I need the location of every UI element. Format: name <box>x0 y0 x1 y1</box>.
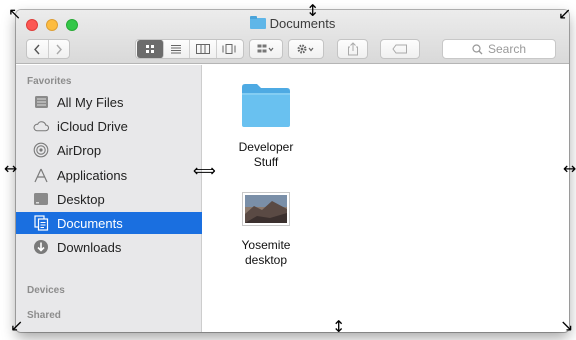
list-view-icon <box>171 45 182 54</box>
sidebar-item-label: Downloads <box>57 239 122 255</box>
resize-w-handle[interactable]: ↔ <box>4 161 17 177</box>
sidebar-item-label: All My Files <box>57 94 124 110</box>
sidebar-resize-handle[interactable]: ⟺ <box>193 163 216 179</box>
sidebar-item-label: Desktop <box>57 191 105 207</box>
all-files-icon <box>33 94 49 110</box>
downloads-icon <box>33 239 49 255</box>
sidebar-item-airdrop[interactable]: AirDrop <box>16 139 202 161</box>
search-field[interactable]: Search <box>442 39 556 59</box>
action-button[interactable] <box>288 39 324 59</box>
chevron-left-icon <box>34 44 40 54</box>
sidebar-item-label: Applications <box>57 167 128 183</box>
file-item-yosemite-desktop[interactable]: Yosemite desktop <box>226 189 306 268</box>
column-view-button[interactable] <box>190 40 217 58</box>
image-thumbnail-icon <box>242 192 290 226</box>
file-name-line: Stuff <box>253 155 279 169</box>
sidebar-item-downloads[interactable]: Downloads <box>16 236 202 258</box>
documents-icon <box>33 215 49 231</box>
resize-sw-handle[interactable]: ↙ <box>10 318 23 334</box>
navigation-buttons <box>26 39 70 59</box>
share-icon <box>347 42 358 56</box>
finder-window: Documents Search Favorites All My Files … <box>16 10 569 332</box>
cloud-icon <box>33 118 49 134</box>
search-placeholder: Search <box>487 42 527 56</box>
sidebar-item-icloud-drive[interactable]: iCloud Drive <box>16 115 202 137</box>
cover-flow-view-button[interactable] <box>217 40 243 58</box>
sidebar-item-all-my-files[interactable]: All My Files <box>16 91 202 113</box>
sidebar-item-applications[interactable]: Applications <box>16 164 202 186</box>
tag-icon <box>392 44 407 54</box>
search-icon <box>472 43 483 54</box>
sidebar-item-label: iCloud Drive <box>57 118 128 134</box>
airdrop-icon <box>33 142 49 158</box>
folder-icon <box>242 84 290 127</box>
sidebar-item-label: Documents <box>57 215 123 231</box>
cover-flow-view-icon <box>222 44 236 54</box>
sidebar-item-desktop[interactable]: Desktop <box>16 188 202 210</box>
file-browser-content: Developer Stuff Yosemite desktop <box>203 65 569 332</box>
icon-view-button[interactable] <box>137 40 164 58</box>
sidebar-item-label: AirDrop <box>57 142 102 158</box>
gear-icon <box>297 44 314 54</box>
resize-ne-handle[interactable]: ↙ <box>558 6 571 22</box>
view-mode-control <box>135 39 244 59</box>
list-view-button[interactable] <box>164 40 190 58</box>
resize-s-handle[interactable]: ↕ <box>332 319 345 335</box>
sidebar: Favorites All My Files iCloud Drive AirD… <box>16 65 202 332</box>
title-bar[interactable]: Documents Search <box>16 10 569 64</box>
applications-icon <box>33 167 49 183</box>
resize-nw-handle[interactable]: ↖ <box>8 6 21 22</box>
sidebar-section-devices: Devices <box>27 285 65 296</box>
file-name-line: Yosemite <box>241 238 291 252</box>
arrange-grid-icon <box>257 44 274 53</box>
resize-se-handle[interactable]: ↘ <box>560 318 573 334</box>
sidebar-section-favorites: Favorites <box>27 76 72 87</box>
desktop-icon <box>33 191 49 207</box>
sidebar-section-shared: Shared <box>27 310 61 321</box>
icon-view-icon <box>145 45 154 53</box>
back-button[interactable] <box>27 40 49 58</box>
window-title: Documents <box>16 16 569 31</box>
chevron-right-icon <box>56 44 62 54</box>
tag-button[interactable] <box>380 39 420 59</box>
share-button[interactable] <box>337 39 368 59</box>
column-view-icon <box>195 44 210 54</box>
forward-button[interactable] <box>49 40 70 58</box>
file-name-line: desktop <box>244 253 288 267</box>
resize-e-handle[interactable]: ↔ <box>563 161 576 177</box>
folder-icon <box>249 16 266 29</box>
arrange-button[interactable] <box>249 39 283 59</box>
resize-n-handle[interactable]: ↕ <box>306 3 319 19</box>
file-name-line: Developer <box>238 140 294 154</box>
sidebar-item-documents[interactable]: Documents <box>16 212 202 234</box>
window-title-label: Documents <box>269 16 336 31</box>
file-item-developer-stuff[interactable]: Developer Stuff <box>226 81 306 170</box>
